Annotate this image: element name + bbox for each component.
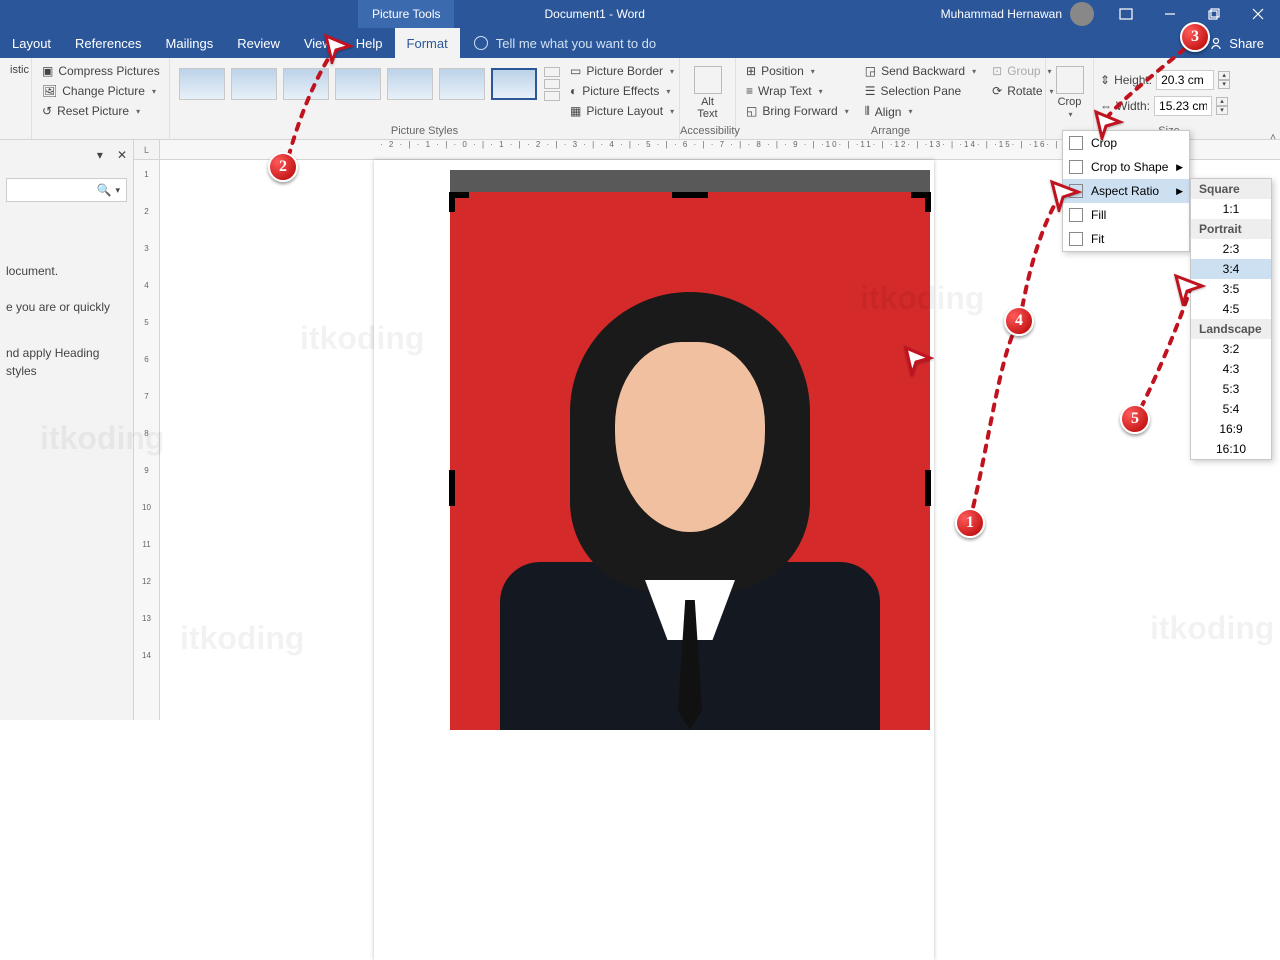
annotation-cursor-1 [902,344,934,381]
annotation-paths [0,0,1280,720]
annotation-marker-5: 5 [1120,404,1150,434]
annotation-marker-4: 4 [1004,306,1034,336]
annotation-marker-3: 3 [1180,22,1210,52]
annotation-cursor-3 [1092,108,1124,145]
annotation-marker-1: 1 [955,508,985,538]
annotation-cursor-4 [1048,178,1082,217]
annotation-marker-2: 2 [268,152,298,182]
annotation-cursor-2 [322,32,354,69]
annotation-cursor-5 [1172,272,1206,311]
